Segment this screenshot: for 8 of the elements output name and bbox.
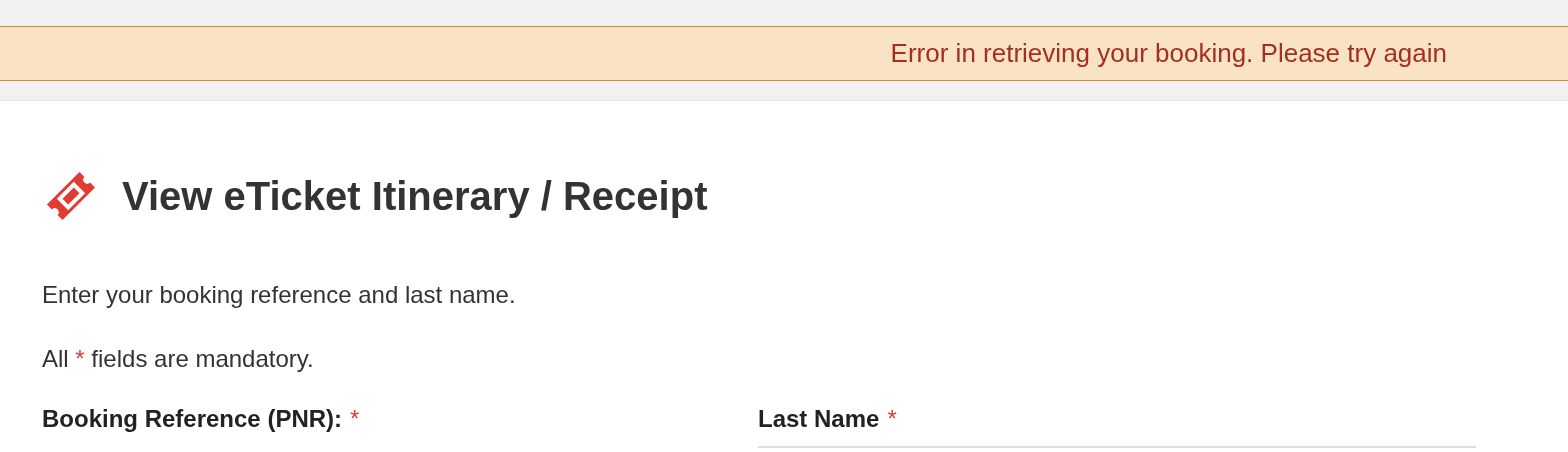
mandatory-note: All * fields are mandatory. (42, 344, 315, 374)
field-label: Booking Reference (PNR): (42, 404, 343, 434)
page-title: View eTicket Itinerary / Receipt (122, 173, 708, 220)
required-marker: * (887, 404, 897, 434)
required-marker: * (350, 404, 360, 434)
error-message: Error in retrieving your booking. Please try again (890, 37, 1447, 70)
instructions-text: Enter your booking reference and last name. (42, 280, 517, 310)
field-label: Last Name (758, 404, 880, 434)
